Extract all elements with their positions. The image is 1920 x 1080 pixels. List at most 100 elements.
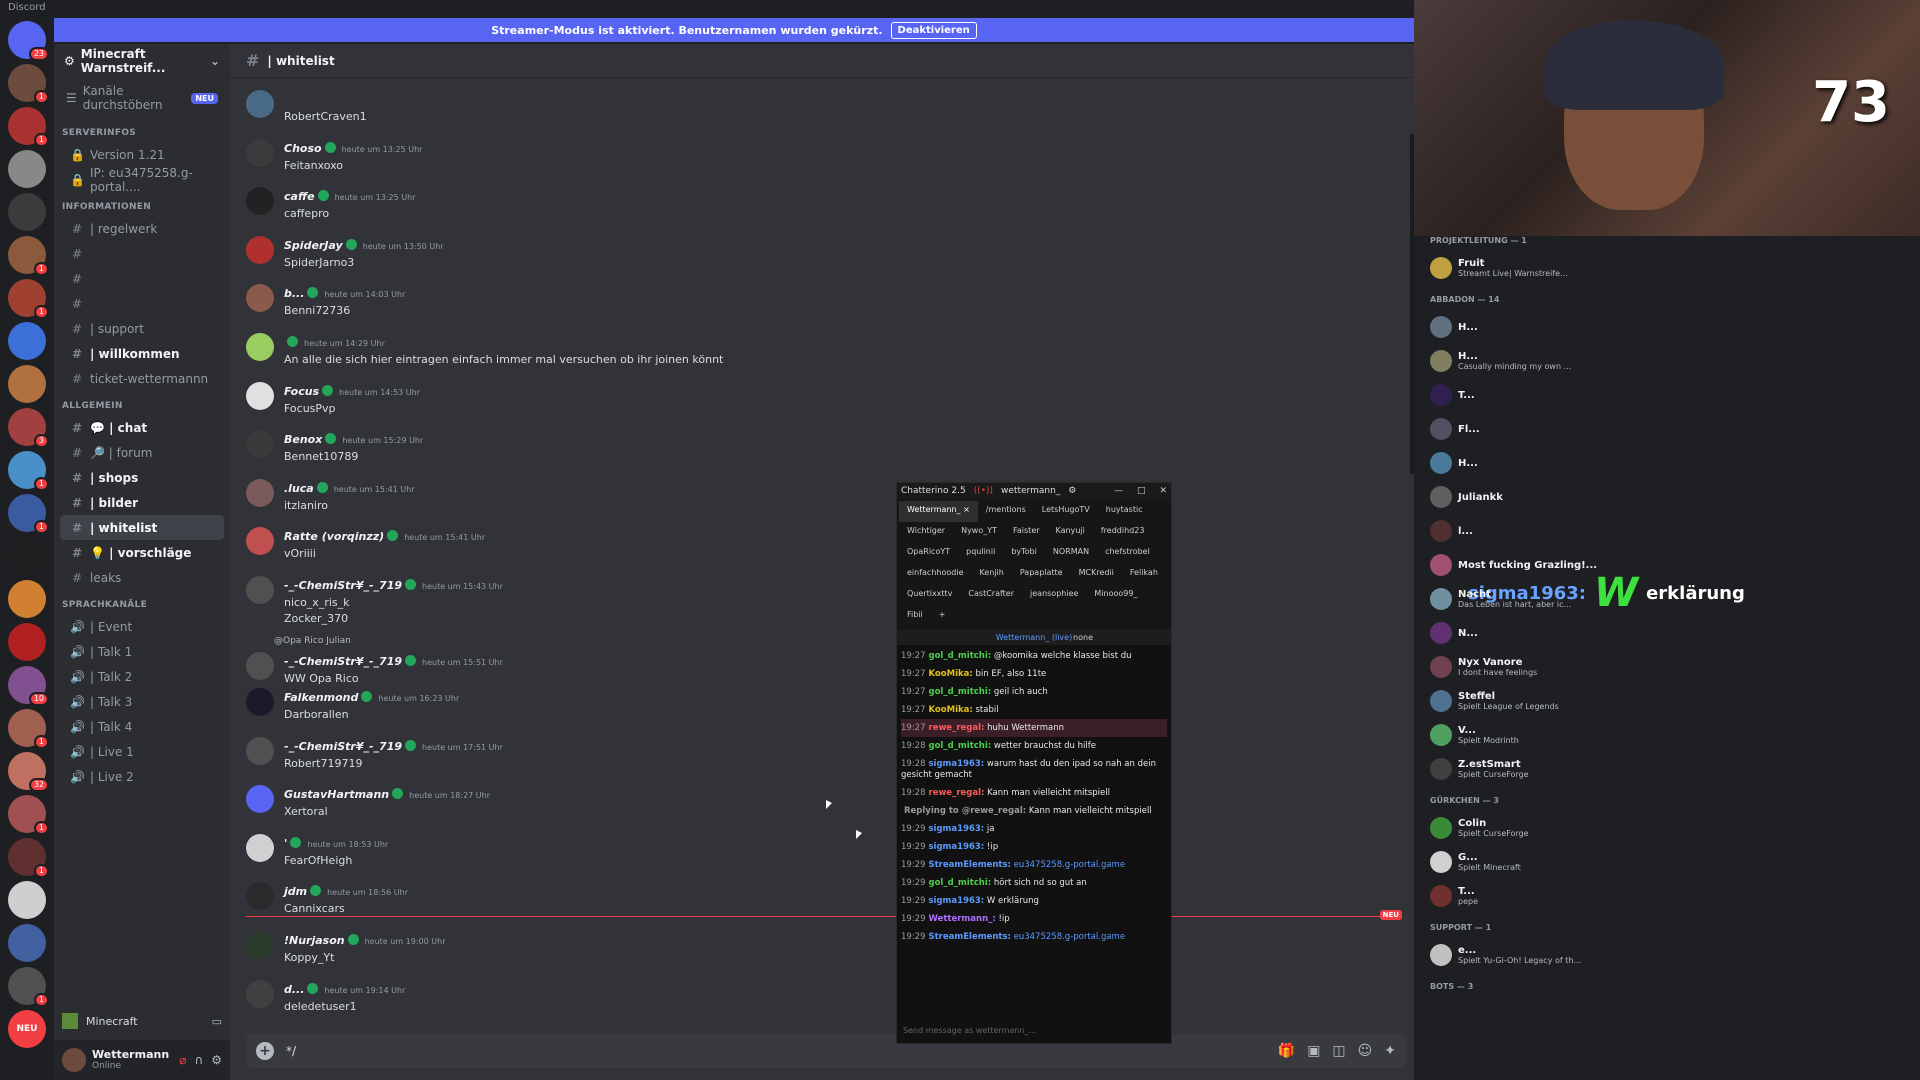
emoji-icon[interactable]: ☺ (1358, 1043, 1373, 1059)
close-icon[interactable]: ✕ (1159, 486, 1167, 496)
member-item[interactable]: G... Spielt Minecraft (1430, 845, 1610, 879)
message-author[interactable]: ' (284, 837, 287, 850)
avatar[interactable] (246, 478, 274, 507)
channel-item[interactable]: # | bilder (60, 490, 224, 515)
avatar[interactable] (246, 430, 274, 459)
channel-item[interactable]: # 💡 | vorschläge (60, 540, 224, 565)
chatterino-tab[interactable]: OpaRicoYT (899, 543, 958, 564)
server-icon[interactable]: 1 (8, 279, 49, 319)
chatterino-tab[interactable]: Faister (1005, 522, 1048, 543)
avatar[interactable] (246, 785, 274, 814)
chatterino-tab[interactable]: Papaplatte (1012, 564, 1071, 585)
chatterino-tab[interactable]: Nywo_YT (953, 522, 1005, 543)
server-icon[interactable]: 23 (8, 21, 49, 61)
server-icon[interactable] (8, 150, 46, 188)
avatar[interactable] (246, 882, 274, 911)
server-icon[interactable] (8, 365, 46, 403)
chatterino-tab[interactable]: Wichtiger (899, 522, 953, 543)
channel-item[interactable]: 🔒 IP: eu3475258.g-portal.... (60, 166, 224, 194)
avatar[interactable] (62, 1048, 86, 1072)
channel-item[interactable]: # 💬 | chat (60, 415, 224, 440)
chatterino-tab[interactable]: Kanyuji (1048, 522, 1093, 543)
chatterino-tab[interactable]: /mentions (978, 501, 1034, 522)
message-author[interactable]: Falkenmond (284, 691, 358, 704)
chatterino-tab[interactable]: chefstrobel (1097, 543, 1158, 564)
chat-user[interactable]: rewe_regal: (929, 788, 985, 798)
channel-item[interactable]: # | support (60, 316, 224, 341)
chatterino-tab[interactable]: freddihd23 (1093, 522, 1153, 543)
message-author[interactable]: .luca (284, 482, 314, 495)
chatterino-tab[interactable]: Wettermann_ × (899, 501, 978, 522)
avatar[interactable] (246, 833, 274, 862)
channel-item[interactable]: 🔊 | Talk 4 (60, 714, 224, 739)
member-item[interactable]: H... Casually minding my own ... (1430, 344, 1610, 378)
message-author[interactable]: -_-ChemiStr¥_-_719 (284, 579, 402, 592)
message-author[interactable]: d... (284, 983, 304, 996)
chat-user[interactable]: gol_d_mitchi: (929, 741, 992, 751)
server-icon[interactable]: 32 (8, 752, 49, 792)
server-icon[interactable]: 1 (8, 795, 49, 835)
chatterino-tab[interactable]: Felikah (1122, 564, 1166, 585)
message-input[interactable] (286, 1044, 1266, 1058)
chat-user[interactable]: KooMika: (929, 669, 973, 679)
chat-user[interactable]: sigma1963: (929, 759, 985, 769)
channel-category[interactable]: ALLGEMEIN (54, 391, 230, 415)
server-icon[interactable]: 1 (8, 709, 49, 749)
chat-user[interactable]: KooMika: (929, 705, 973, 715)
server-icon[interactable]: 1 (8, 838, 49, 878)
channel-item[interactable]: # (60, 291, 224, 316)
member-item[interactable]: Juliankk (1430, 480, 1610, 514)
avatar[interactable] (246, 687, 274, 716)
gif-icon[interactable]: ▣ (1307, 1043, 1320, 1059)
chat-user[interactable]: sigma1963: (929, 824, 985, 834)
member-item[interactable]: Z.estSmart Spielt CurseForge (1430, 752, 1610, 786)
member-item[interactable]: V... Spielt Modrinth (1430, 718, 1610, 752)
chatterino-tab[interactable]: NORMAN (1045, 543, 1097, 564)
server-icon[interactable]: 10 (8, 666, 49, 706)
chatterino-tab[interactable]: einfachhoodie (899, 564, 971, 585)
avatar[interactable] (246, 187, 274, 216)
chat-user[interactable]: StreamElements: (929, 932, 1011, 942)
channel-item[interactable]: # (60, 241, 224, 266)
channel-category[interactable]: SPRACHKANÄLE (54, 590, 230, 614)
member-item[interactable]: Nacht Das Leben ist hart, aber ic... (1430, 582, 1610, 616)
chat-user[interactable]: sigma1963: (929, 842, 985, 852)
channel-item[interactable]: # | regelwerk (60, 216, 224, 241)
chatterino-tab[interactable]: Minooo99_ (1086, 585, 1145, 606)
chatterino-tab[interactable]: Kenjih (971, 564, 1011, 585)
avatar[interactable] (246, 575, 274, 604)
message-author[interactable]: jdm (284, 885, 307, 898)
channel-item[interactable]: # 🔎 | forum (60, 440, 224, 465)
chatterino-tab[interactable]: Quertixxttv (899, 585, 960, 606)
browse-channels[interactable]: ☰ Kanäle durchstöbern NEU (54, 78, 230, 118)
maximize-icon[interactable]: □ (1137, 486, 1146, 496)
chatterino-tab[interactable]: Fibii (899, 606, 931, 627)
chatterino-tab[interactable]: CastCrafter (960, 585, 1022, 606)
member-item[interactable]: Most fucking Grazling!... (1430, 548, 1610, 582)
avatar[interactable] (246, 381, 274, 410)
channel-item[interactable]: 🔊 | Talk 2 (60, 664, 224, 689)
chatterino-tab[interactable]: MCKredii (1071, 564, 1122, 585)
avatar[interactable] (246, 651, 274, 680)
message-author[interactable]: Ratte (vorqinzz) (284, 530, 384, 543)
member-item[interactable]: l... (1430, 514, 1610, 548)
member-item[interactable]: Fruit Streamt Live| Warnstreife... (1430, 251, 1610, 285)
chat-user[interactable]: sigma1963: (929, 896, 985, 906)
activity-bar[interactable]: Minecraft ▭ (54, 1004, 230, 1038)
member-item[interactable]: H... (1430, 310, 1610, 344)
server-icon[interactable]: 3 (8, 408, 49, 448)
server-icon[interactable]: 1 (8, 967, 49, 1007)
channel-item[interactable]: 🔊 | Talk 1 (60, 639, 224, 664)
headphones-icon[interactable]: ∩ (194, 1053, 203, 1067)
message-author[interactable]: -_-ChemiStr¥_-_719 (284, 655, 402, 668)
channel-item[interactable]: # leaks (60, 565, 224, 590)
chatterino-tab[interactable]: + (931, 606, 954, 627)
message-author[interactable]: !Nurjason (284, 934, 345, 947)
chatterino-tab[interactable]: huytastic (1098, 501, 1151, 522)
avatar[interactable] (246, 979, 274, 1008)
channel-item[interactable]: 🔊 | Talk 3 (60, 689, 224, 714)
channel-item[interactable]: # ticket-wettermannn (60, 366, 224, 391)
sticker-icon[interactable]: ◫ (1332, 1043, 1345, 1059)
chat-user[interactable]: Replying to @rewe_regal: (904, 806, 1026, 816)
server-icon[interactable] (8, 924, 46, 962)
